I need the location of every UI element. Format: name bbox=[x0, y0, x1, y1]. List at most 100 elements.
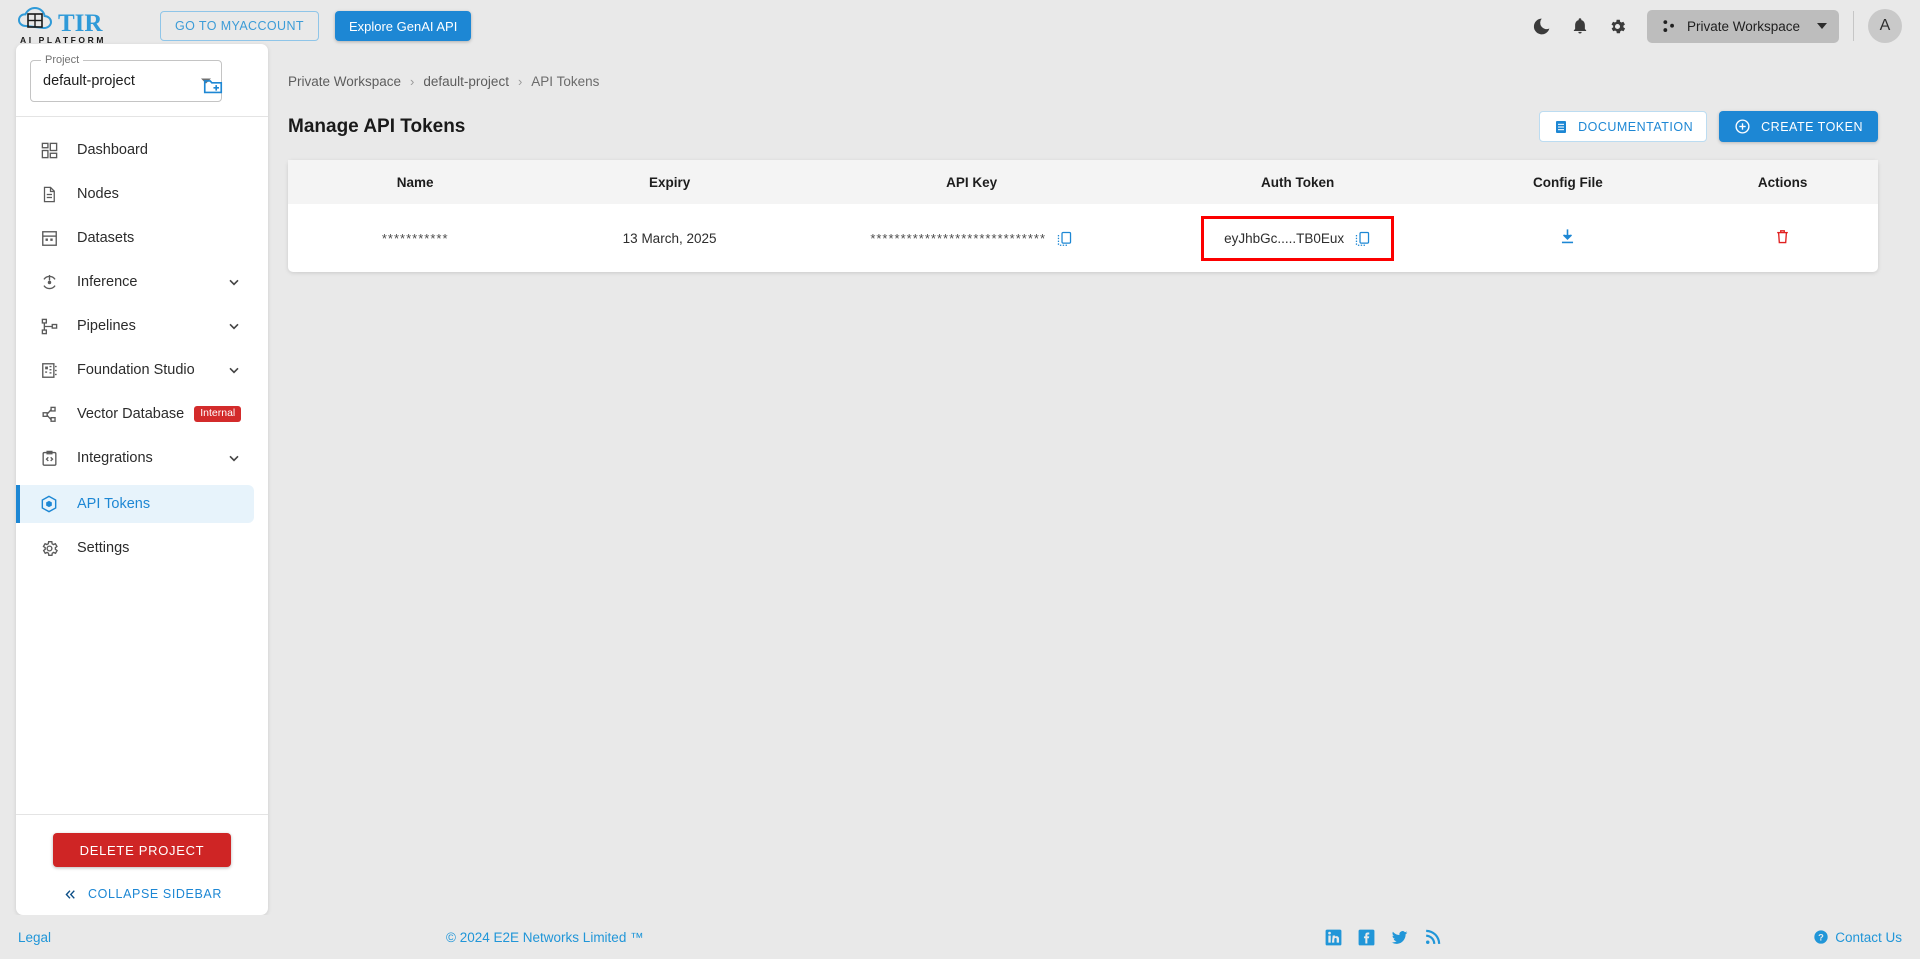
workspace-selector[interactable]: Private Workspace bbox=[1646, 9, 1839, 43]
sidebar-item-inference[interactable]: Inference bbox=[16, 265, 254, 299]
chevron-down-icon bbox=[226, 318, 242, 334]
breadcrumb-separator: › bbox=[410, 74, 415, 89]
column-header-config-file: Config File bbox=[1533, 174, 1603, 190]
token-name-masked: *********** bbox=[381, 230, 449, 246]
nodes-document-icon bbox=[38, 183, 60, 205]
page-header: Manage API Tokens DOCUMENTATION CREATE T… bbox=[288, 111, 1878, 142]
column-header-actions: Actions bbox=[1757, 174, 1808, 190]
twitter-icon[interactable] bbox=[1390, 928, 1409, 947]
collapse-sidebar-button[interactable]: COLLAPSE SIDEBAR bbox=[16, 887, 268, 901]
sidebar-item-api-tokens[interactable]: API Tokens bbox=[16, 485, 254, 523]
sidebar-item-label: Datasets bbox=[77, 230, 135, 246]
dark-mode-icon[interactable] bbox=[1523, 7, 1561, 45]
breadcrumb-item-workspace[interactable]: Private Workspace bbox=[288, 74, 401, 89]
documentation-label: DOCUMENTATION bbox=[1578, 119, 1694, 134]
cell-actions bbox=[1687, 204, 1878, 272]
dashboard-icon bbox=[38, 139, 60, 161]
linkedin-icon[interactable] bbox=[1324, 928, 1343, 947]
double-chevron-left-icon bbox=[62, 888, 79, 901]
auth-token-value: eyJhbGc.....TB0Eux bbox=[1224, 230, 1345, 246]
topbar-right-group: Private Workspace A bbox=[1523, 7, 1920, 45]
cell-api-key: ***************************** bbox=[797, 204, 1147, 272]
sidebar-item-label: Inference bbox=[77, 274, 138, 290]
settings-gear-icon bbox=[38, 537, 60, 559]
sidebar-item-dashboard[interactable]: Dashboard bbox=[16, 133, 254, 167]
project-select-value: default-project bbox=[43, 73, 135, 89]
pipelines-icon bbox=[38, 315, 60, 337]
breadcrumb-separator: › bbox=[517, 74, 523, 89]
sidebar-item-foundation-studio[interactable]: Foundation Studio bbox=[16, 353, 254, 387]
sidebar-nav: Dashboard Nodes Datasets Inference Pipel… bbox=[16, 117, 268, 814]
notifications-icon[interactable] bbox=[1561, 7, 1599, 45]
cell-name: *********** bbox=[288, 204, 542, 272]
api-tokens-table-card: Name Expiry API Key Auth Token Config Fi… bbox=[288, 160, 1878, 272]
sidebar-item-settings[interactable]: Settings bbox=[16, 531, 254, 565]
column-header-expiry: Expiry bbox=[648, 174, 691, 190]
tir-logo[interactable]: TIR AI PLATFORM bbox=[14, 6, 134, 46]
svg-text:TIR: TIR bbox=[58, 10, 103, 37]
sidebar-item-vector-database[interactable]: Vector Database Internal bbox=[16, 397, 254, 431]
footer-copyright: © 2024 E2E Networks Limited ™ bbox=[446, 929, 644, 945]
sidebar-item-label: Integrations bbox=[77, 450, 153, 466]
delete-project-button[interactable]: DELETE PROJECT bbox=[53, 833, 231, 867]
cell-config-file bbox=[1449, 204, 1688, 272]
chevron-down-icon bbox=[226, 362, 242, 378]
sidebar-item-label: Dashboard bbox=[77, 142, 148, 158]
contact-us-link[interactable]: ? Contact Us bbox=[1813, 929, 1902, 945]
sidebar-item-label: Settings bbox=[77, 540, 130, 556]
sidebar: Project default-project Dashboard Nodes … bbox=[16, 44, 268, 915]
sidebar-item-datasets[interactable]: Datasets bbox=[16, 221, 254, 255]
footer-legal-link[interactable]: Legal bbox=[18, 930, 51, 945]
sidebar-item-label: Pipelines bbox=[77, 318, 136, 334]
api-tokens-table: Name Expiry API Key Auth Token Config Fi… bbox=[288, 160, 1878, 272]
sidebar-footer: DELETE PROJECT COLLAPSE SIDEBAR bbox=[16, 814, 268, 915]
top-bar: TIR AI PLATFORM GO TO MYACCOUNT Explore … bbox=[0, 0, 1920, 52]
sidebar-item-label: Nodes bbox=[77, 186, 119, 202]
footer-social-links bbox=[1324, 928, 1442, 947]
copy-icon[interactable] bbox=[1056, 230, 1073, 247]
explore-genai-api-button[interactable]: Explore GenAI API bbox=[334, 11, 472, 41]
delete-trash-icon[interactable] bbox=[1774, 227, 1791, 246]
main-content: Private Workspace › default-project › AP… bbox=[270, 52, 1920, 915]
sidebar-item-label: Foundation Studio bbox=[77, 362, 195, 378]
sidebar-item-integrations[interactable]: Integrations bbox=[16, 441, 254, 475]
page-title: Manage API Tokens bbox=[288, 115, 466, 137]
svg-text:?: ? bbox=[1818, 932, 1824, 942]
foundation-studio-icon bbox=[38, 359, 60, 381]
api-key-masked: ***************************** bbox=[870, 230, 1047, 246]
column-header-api-key: API Key bbox=[946, 174, 998, 190]
plus-circle-icon bbox=[1734, 118, 1751, 135]
chevron-down-icon bbox=[226, 450, 242, 466]
vector-database-icon bbox=[38, 403, 60, 425]
project-select[interactable]: Project default-project bbox=[30, 54, 222, 102]
workspace-icon bbox=[1663, 19, 1674, 32]
settings-gear-icon[interactable] bbox=[1599, 7, 1637, 45]
avatar[interactable]: A bbox=[1868, 9, 1902, 43]
status-badge: Internal bbox=[194, 406, 242, 422]
rss-icon[interactable] bbox=[1423, 928, 1442, 947]
breadcrumb: Private Workspace › default-project › AP… bbox=[288, 74, 1878, 89]
page-header-actions: DOCUMENTATION CREATE TOKEN bbox=[1539, 111, 1878, 142]
table-row: *********** 13 March, 2025 *************… bbox=[288, 204, 1878, 272]
download-icon[interactable] bbox=[1558, 227, 1577, 246]
go-to-myaccount-button[interactable]: GO TO MYACCOUNT bbox=[160, 11, 319, 41]
copy-icon[interactable] bbox=[1354, 230, 1371, 247]
footer: Legal © 2024 E2E Networks Limited ™ ? Co… bbox=[0, 915, 1920, 959]
new-folder-icon[interactable] bbox=[202, 75, 224, 97]
topbar-divider bbox=[1853, 11, 1854, 41]
breadcrumb-item-current: API Tokens bbox=[531, 74, 600, 89]
documentation-button[interactable]: DOCUMENTATION bbox=[1539, 111, 1708, 142]
sidebar-item-label: API Tokens bbox=[77, 496, 151, 512]
sidebar-item-nodes[interactable]: Nodes bbox=[16, 177, 254, 211]
datasets-grid-icon bbox=[38, 227, 60, 249]
create-token-button[interactable]: CREATE TOKEN bbox=[1719, 111, 1878, 142]
breadcrumb-item-project[interactable]: default-project bbox=[423, 74, 509, 89]
document-icon bbox=[1553, 119, 1569, 135]
facebook-icon[interactable] bbox=[1357, 928, 1376, 947]
integrations-code-icon bbox=[38, 447, 60, 469]
workspace-label: Private Workspace bbox=[1686, 18, 1800, 34]
project-select-legend: Project bbox=[41, 54, 84, 66]
chevron-down-icon bbox=[226, 274, 242, 290]
sidebar-item-pipelines[interactable]: Pipelines bbox=[16, 309, 254, 343]
column-header-auth-token: Auth Token bbox=[1261, 174, 1335, 190]
